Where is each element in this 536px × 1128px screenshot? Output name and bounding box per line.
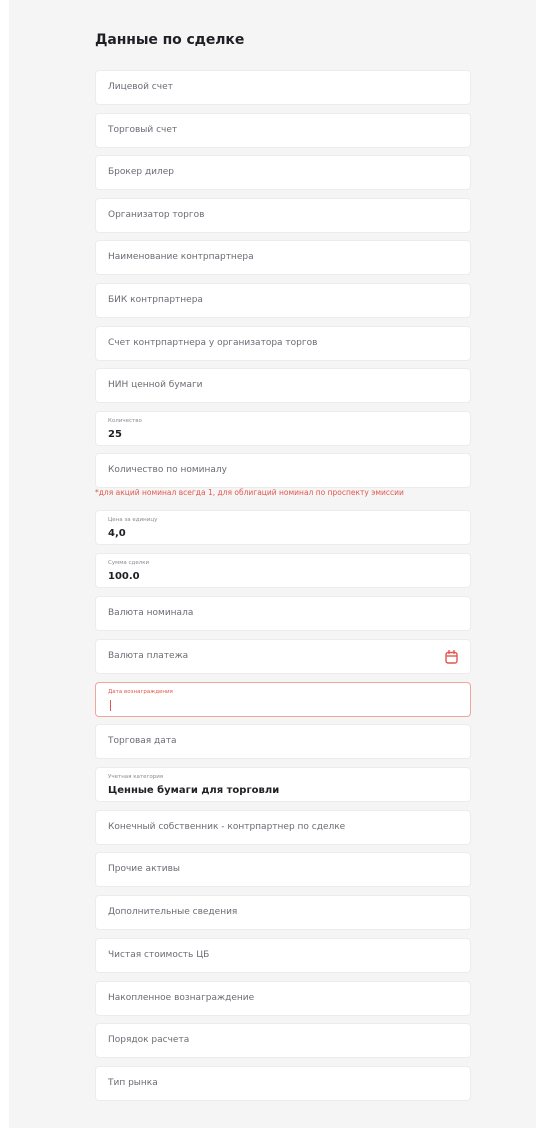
trade-organizer-placeholder: Организатор торгов — [108, 210, 205, 220]
nominal-currency-field[interactable]: Валюта номинала — [95, 596, 471, 631]
deal-sum-value: 100.0 — [108, 571, 140, 582]
unit-price-label: Цена за единицу — [108, 517, 158, 523]
quantity-field[interactable]: Количество 25 — [95, 411, 471, 446]
trade-date-field[interactable]: Торговая дата — [95, 724, 471, 759]
trade-organizer-field[interactable]: Организатор торгов — [95, 198, 471, 233]
payment-currency-field[interactable]: Валюта платежа — [95, 639, 471, 674]
security-nin-field[interactable]: НИН ценной бумаги — [95, 368, 471, 403]
unit-price-field[interactable]: Цена за единицу 4,0 — [95, 510, 471, 545]
form-panel: Данные по сделке Лицевой счет Торговый с… — [9, 0, 536, 1128]
counterparty-bik-field[interactable]: БИК контрпартнера — [95, 283, 471, 318]
trade-account-field[interactable]: Торговый счет — [95, 113, 471, 148]
nominal-currency-placeholder: Валюта номинала — [108, 608, 194, 618]
personal-account-placeholder: Лицевой счет — [108, 82, 173, 92]
unit-price-value: 4,0 — [108, 528, 126, 539]
trade-date-placeholder: Торговая дата — [108, 736, 177, 746]
accounting-category-label: Учетная категория — [108, 774, 164, 780]
payment-currency-placeholder: Валюта платежа — [108, 651, 189, 661]
counterparty-account-placeholder: Счет контрпартнера у организатора торгов — [108, 338, 318, 348]
beneficial-owner-placeholder: Конечный собственник - контрпартнер по с… — [108, 822, 346, 832]
nominal-hint: *для акций номинал всегда 1, для облигац… — [95, 488, 404, 497]
trade-account-placeholder: Торговый счет — [108, 125, 178, 135]
accounting-category-value: Ценные бумаги для торговли — [108, 785, 280, 796]
settlement-date-field[interactable]: Дата вознаграждения — [95, 682, 471, 717]
market-type-placeholder: Тип рынка — [108, 1078, 158, 1088]
deal-sum-field[interactable]: Сумма сделки 100.0 — [95, 553, 471, 588]
personal-account-field[interactable]: Лицевой счет — [95, 70, 471, 105]
calendar-icon[interactable] — [445, 650, 458, 664]
quantity-nominal-field[interactable]: Количество по номиналу — [95, 453, 471, 488]
additional-info-field[interactable]: Дополнительные сведения — [95, 895, 471, 930]
broker-dealer-placeholder: Брокер дилер — [108, 167, 175, 177]
accrued-reward-placeholder: Накопленное вознаграждение — [108, 993, 255, 1003]
counterparty-name-field[interactable]: Наименование контрпартнера — [95, 240, 471, 275]
beneficial-owner-field[interactable]: Конечный собственник - контрпартнер по с… — [95, 810, 471, 845]
text-cursor — [110, 700, 111, 711]
settlement-order-placeholder: Порядок расчета — [108, 1035, 190, 1045]
quantity-nominal-placeholder: Количество по номиналу — [108, 465, 227, 475]
other-assets-field[interactable]: Прочие активы — [95, 852, 471, 887]
other-assets-placeholder: Прочие активы — [108, 864, 181, 874]
settlement-date-label: Дата вознаграждения — [108, 689, 173, 695]
net-value-field[interactable]: Чистая стоимость ЦБ — [95, 938, 471, 973]
net-value-placeholder: Чистая стоимость ЦБ — [108, 950, 210, 960]
section-title: Данные по сделке — [95, 32, 245, 48]
security-nin-placeholder: НИН ценной бумаги — [108, 380, 203, 390]
counterparty-bik-placeholder: БИК контрпартнера — [108, 295, 203, 305]
accrued-reward-field[interactable]: Накопленное вознаграждение — [95, 981, 471, 1016]
additional-info-placeholder: Дополнительные сведения — [108, 907, 238, 917]
quantity-value: 25 — [108, 429, 122, 440]
counterparty-name-placeholder: Наименование контрпартнера — [108, 252, 254, 262]
deal-sum-label: Сумма сделки — [108, 560, 150, 566]
market-type-field[interactable]: Тип рынка — [95, 1066, 471, 1101]
settlement-order-field[interactable]: Порядок расчета — [95, 1023, 471, 1058]
accounting-category-field[interactable]: Учетная категория Ценные бумаги для торг… — [95, 767, 471, 802]
broker-dealer-field[interactable]: Брокер дилер — [95, 155, 471, 190]
counterparty-account-field[interactable]: Счет контрпартнера у организатора торгов — [95, 326, 471, 361]
quantity-label: Количество — [108, 418, 142, 424]
